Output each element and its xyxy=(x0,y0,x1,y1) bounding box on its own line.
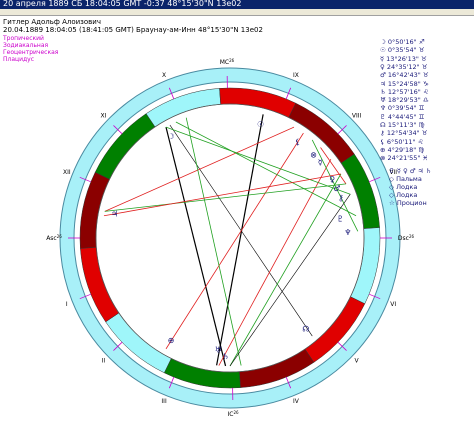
planet-row: ⚷ 12°54'34" ♉ xyxy=(380,129,428,137)
wheel-planet-glyph: ☊ xyxy=(302,324,309,333)
planet-row: ⊕ 4°29'18" ♍ xyxy=(380,146,424,154)
planet-sign-glyph: ♍ xyxy=(418,145,425,154)
wheel-planet-glyph: ♅ xyxy=(215,345,222,354)
house-label: V xyxy=(355,357,360,364)
planet-sign-glyph: ♐ xyxy=(418,38,425,46)
planet-position-value: 15°11'3" xyxy=(387,121,419,129)
planet-position-value: 0°39'54" xyxy=(387,104,419,113)
planet-glyph: ♂ xyxy=(380,71,388,80)
planet-position-value: 4°44'45" xyxy=(387,112,419,121)
house-label: XI xyxy=(100,113,106,120)
house-label: VI xyxy=(390,301,396,308)
planet-glyph: ☊ xyxy=(380,121,388,129)
toolbar-strip xyxy=(0,9,474,16)
house-label: III xyxy=(161,398,167,405)
wheel-planet-glyph: ♀ xyxy=(329,175,335,184)
planet-sign-glyph: ♍ xyxy=(418,121,425,129)
planet-sign-glyph: ♉ xyxy=(421,129,428,138)
planet-glyph: ♄ xyxy=(380,87,388,96)
window-titlebar: 20 апреля 1889 СБ 18:04:05 GMT -0:37 48°… xyxy=(0,0,474,9)
legend-item: ◇ Лодка xyxy=(389,182,418,191)
planet-position-value: 15°24'58" xyxy=(387,79,423,88)
wheel-planet-glyph: ♃ xyxy=(111,209,118,218)
planet-row: ⚸ 6°50'11" ♌ xyxy=(380,138,423,146)
planet-row: ☽ 0°50'16" ♐ xyxy=(380,38,425,46)
legend-item: ◇ Пальма xyxy=(389,174,422,183)
planet-sign-glyph: ♉ xyxy=(418,46,425,55)
wheel-planet-glyph: ☽ xyxy=(167,132,174,141)
legend-glyph-row: ♇ ☿ ♀ ♂ ♃ ♄ xyxy=(389,166,432,175)
planet-row: ♂ 16°42'43" ♉ xyxy=(380,71,429,79)
planet-position-value: 24°35'12" xyxy=(386,62,422,71)
wheel-planet-glyph: ☿ xyxy=(318,158,323,167)
planet-row: ☿ 13°26'13" ♉ xyxy=(380,55,427,63)
planet-row: ⊗ 24°21'55" ♓ xyxy=(380,154,428,162)
planet-glyph: ☉ xyxy=(380,46,388,55)
planet-position-value: 0°35'54" xyxy=(387,46,419,55)
planet-row: ☉ 0°35'54" ♉ xyxy=(380,46,425,54)
planet-position-value: 6°50'11" xyxy=(386,137,418,146)
planet-glyph: ⚷ xyxy=(380,129,387,138)
planet-glyph: ♇ xyxy=(380,112,388,121)
planet-sign-glyph: ♌ xyxy=(417,137,424,146)
legend-item: ◇ Лодка xyxy=(389,190,418,199)
planet-position-value: 12°57'16" xyxy=(387,87,423,96)
planet-sign-glyph: ♑ xyxy=(422,79,429,88)
planet-sign-glyph: ♌ xyxy=(422,87,429,96)
house-label: X xyxy=(162,72,166,79)
planet-position-value: 24°21'55" xyxy=(387,154,423,163)
house-label: MC26 xyxy=(220,58,235,66)
house-label: VIII xyxy=(352,113,362,120)
planet-glyph: ♅ xyxy=(380,96,388,105)
planet-sign-glyph: ♊ xyxy=(418,112,425,121)
planet-position-value: 0°50'16" xyxy=(387,38,419,46)
planet-glyph: ⊗ xyxy=(380,154,388,163)
wheel-planet-glyph: ♆ xyxy=(344,228,351,237)
planet-glyph: ♃ xyxy=(380,79,388,88)
wheel-planet-glyph: ⊕ xyxy=(168,336,175,345)
planet-position-value: 12°54'34" xyxy=(386,129,422,138)
planet-sign-glyph: ♓ xyxy=(422,154,429,163)
wheel-planet-glyph: ♂ xyxy=(333,184,340,193)
planet-row: ♇ 4°44'45" ♊ xyxy=(380,113,425,121)
legend-procession: ☆ Процион xyxy=(389,198,427,207)
planet-sign-glyph: ♎ xyxy=(422,96,429,105)
planet-row: ♅ 18°29'53" ♎ xyxy=(380,96,429,104)
planet-glyph: ⊕ xyxy=(380,145,388,154)
planet-row: ♆ 0°39'54" ♊ xyxy=(380,104,425,112)
wheel-planet-glyph: ⊗ xyxy=(310,151,317,160)
planet-sign-glyph: ♉ xyxy=(420,54,427,63)
planet-sign-glyph: ♊ xyxy=(418,104,425,113)
window-title: 20 апреля 1889 СБ 18:04:05 GMT -0:37 48°… xyxy=(3,0,242,8)
house-label: XII xyxy=(63,169,71,176)
house-label: Dsc26 xyxy=(398,234,415,242)
planet-position-value: 18°29'53" xyxy=(387,96,423,105)
wheel-planet-glyph: ⚸ xyxy=(295,137,301,146)
planet-glyph: ☽ xyxy=(380,38,388,46)
wheel-planet-glyph: ☉ xyxy=(257,120,264,129)
planet-position-value: 13°26'13" xyxy=(386,54,421,63)
planet-row: ☊ 15°11'3" ♍ xyxy=(380,121,424,129)
wheel-planet-glyph: ♇ xyxy=(337,215,344,224)
house-label: I xyxy=(66,301,68,308)
house-label: II xyxy=(102,357,106,364)
planet-sign-glyph: ♉ xyxy=(421,62,428,71)
planet-glyph: ♆ xyxy=(380,104,388,113)
planet-glyph: ⚸ xyxy=(380,137,387,146)
wheel-planet-glyph: ♄ xyxy=(222,352,229,361)
planet-glyph: ♀ xyxy=(380,62,387,71)
planet-row: ♄ 12°57'16" ♌ xyxy=(380,88,429,96)
house-label: IC26 xyxy=(228,410,240,418)
planet-row: ♀ 24°35'12" ♉ xyxy=(380,63,428,71)
wheel-planet-glyph: ⚷ xyxy=(338,194,344,203)
house-label: IV xyxy=(293,398,300,405)
outer-ring-inner-edge xyxy=(73,81,387,395)
planet-sign-glyph: ♉ xyxy=(422,71,429,80)
house-label: IX xyxy=(293,72,299,79)
planet-position-value: 16°42'43" xyxy=(387,71,423,80)
planet-position-value: 4°29'18" xyxy=(387,145,419,154)
planet-row: ♃ 15°24'58" ♑ xyxy=(380,80,429,88)
chart-canvas[interactable]: Гитлер Адольф Алоизович 20.04.1889 18:04… xyxy=(0,16,474,433)
